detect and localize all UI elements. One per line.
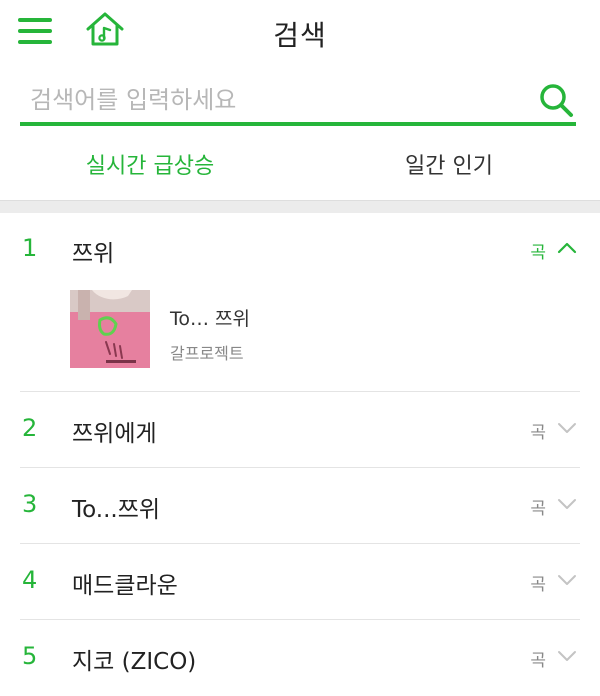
keyword-label: 쯔위 — [72, 241, 115, 267]
chevron-down-icon[interactable] — [556, 647, 578, 665]
header: 검색 — [0, 0, 600, 64]
type-label: 곡 — [530, 243, 546, 263]
type-label: 곡 — [530, 575, 546, 595]
page-title: 검색 — [273, 19, 327, 52]
list-item[interactable]: 5 지코 (ZICO) 곡 — [0, 620, 600, 696]
album-cover-image[interactable] — [70, 290, 150, 368]
rank-number: 3 — [22, 490, 38, 518]
trending-list: 1 쯔위 곡 To… 쯔위 갈프로젝트 2 쯔위에게 곡 3 To...쯔위 곡… — [0, 212, 600, 696]
rank-number: 2 — [22, 414, 38, 442]
expanded-song-detail[interactable]: To… 쯔위 갈프로젝트 — [0, 288, 600, 392]
list-item[interactable]: 4 매드클라운 곡 — [0, 544, 600, 620]
type-label: 곡 — [530, 499, 546, 519]
rank-number: 4 — [22, 566, 38, 594]
type-label: 곡 — [530, 423, 546, 443]
song-artist: 갈프로젝트 — [170, 344, 244, 363]
list-item[interactable]: 3 To...쯔위 곡 — [0, 468, 600, 544]
chevron-down-icon[interactable] — [556, 419, 578, 437]
type-label: 곡 — [530, 651, 546, 671]
keyword-label: 쯔위에게 — [72, 421, 157, 447]
search-icon[interactable] — [538, 82, 574, 118]
search-input[interactable] — [30, 82, 510, 118]
rank-number: 5 — [22, 642, 38, 670]
keyword-label: To...쯔위 — [72, 497, 161, 523]
app-screen: 검색 실시간 급상승 일간 인기 1 쯔위 곡 — [0, 0, 600, 696]
keyword-label: 지코 (ZICO) — [72, 649, 197, 675]
keyword-label: 매드클라운 — [72, 573, 178, 599]
search-bar — [20, 74, 576, 126]
chevron-up-icon[interactable] — [556, 239, 578, 257]
list-item[interactable]: 2 쯔위에게 곡 — [0, 392, 600, 468]
tab-daily-popular[interactable]: 일간 인기 — [298, 148, 600, 180]
rank-number: 1 — [22, 234, 38, 262]
chart-tabs: 실시간 급상승 일간 인기 — [0, 138, 600, 194]
song-title[interactable]: To… 쯔위 — [170, 304, 250, 331]
chevron-down-icon[interactable] — [556, 571, 578, 589]
tab-realtime-rising[interactable]: 실시간 급상승 — [0, 148, 300, 180]
list-item[interactable]: 1 쯔위 곡 — [0, 212, 600, 288]
chevron-down-icon[interactable] — [556, 495, 578, 513]
